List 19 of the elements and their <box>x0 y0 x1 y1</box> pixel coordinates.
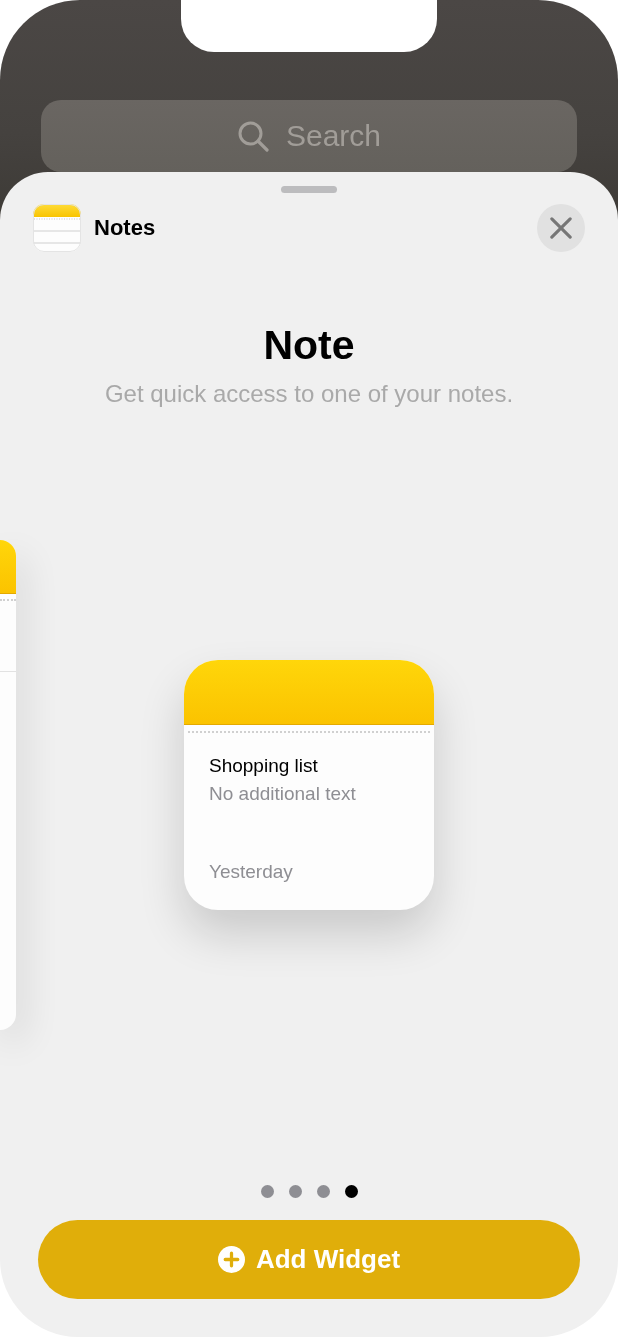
widget-title: Note <box>262 322 356 368</box>
note-widget[interactable]: Shopping list No additional text Yesterday <box>184 660 434 910</box>
page-dot[interactable] <box>344 1185 358 1198</box>
page-dot[interactable] <box>288 1185 302 1198</box>
notes-app-icon <box>33 204 81 252</box>
app-name: Notes <box>94 215 156 241</box>
page-dot[interactable] <box>316 1185 330 1198</box>
search-icon <box>238 121 269 152</box>
widget-card[interactable] <box>0 540 16 1030</box>
widget-header-bar <box>0 540 16 594</box>
plus-circle-icon <box>217 1246 245 1273</box>
note-date: Yesterday <box>209 860 294 884</box>
close-button[interactable] <box>537 204 585 252</box>
page-dot[interactable] <box>260 1185 274 1198</box>
note-title: Shopping list <box>209 754 319 778</box>
note-preview-text: No additional text <box>209 782 357 806</box>
search-field[interactable]: Search <box>41 100 577 172</box>
close-icon <box>550 217 572 239</box>
widget-description: Get quick access to one of your notes. <box>103 379 515 409</box>
